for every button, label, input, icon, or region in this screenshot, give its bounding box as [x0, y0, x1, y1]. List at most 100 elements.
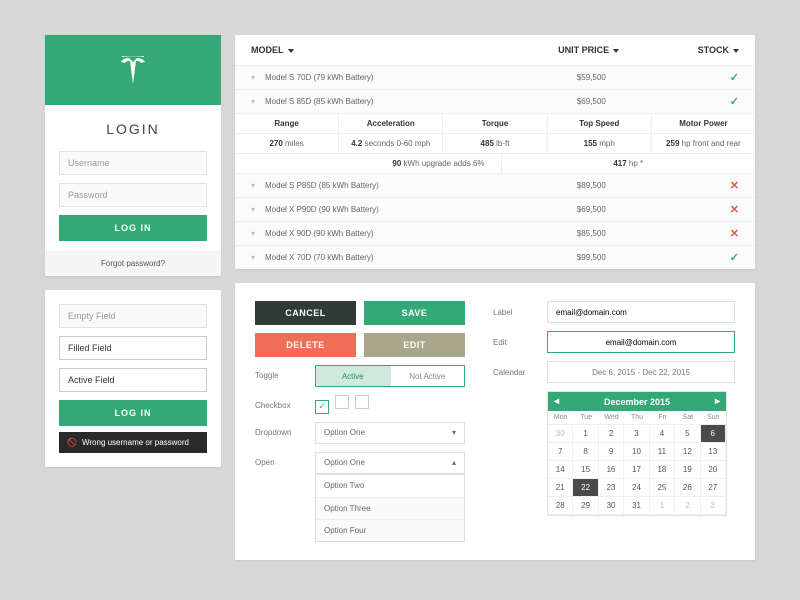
- expand-icon[interactable]: ▾: [251, 181, 265, 190]
- col-model[interactable]: MODEL: [251, 45, 508, 55]
- upgrade-row: 90 kWh upgrade adds 6%417 hp *: [235, 153, 755, 173]
- active-field-input[interactable]: [59, 368, 207, 392]
- login-button-2[interactable]: LOG IN: [59, 400, 207, 426]
- table-row[interactable]: ▾Model X P90D (90 kWh Battery)$69,500✕: [235, 197, 755, 221]
- cal-day[interactable]: 2: [675, 497, 700, 515]
- col-stock[interactable]: STOCK: [669, 45, 739, 55]
- cal-day[interactable]: 8: [573, 443, 598, 461]
- dropdown-option[interactable]: Option Four: [316, 519, 464, 541]
- toggle-active[interactable]: Active: [316, 366, 390, 386]
- dropdown-open-trigger[interactable]: Option One ▴: [315, 452, 465, 474]
- expand-icon[interactable]: ▾: [251, 229, 265, 238]
- cal-day[interactable]: 26: [675, 479, 700, 497]
- cal-day[interactable]: 3: [624, 425, 649, 443]
- model-cell: Model S 70D (79 kWh Battery): [265, 73, 514, 82]
- cal-day[interactable]: 14: [548, 461, 573, 479]
- edit-input[interactable]: [547, 331, 735, 353]
- cal-day[interactable]: 12: [675, 443, 700, 461]
- cal-day[interactable]: 6: [701, 425, 726, 443]
- username-input[interactable]: [59, 151, 207, 175]
- dropdown-list: Option TwoOption ThreeOption Four: [315, 474, 465, 542]
- checkbox-unchecked-1[interactable]: [335, 395, 349, 409]
- dropdown-option[interactable]: Option Three: [316, 497, 464, 519]
- table-row[interactable]: ▾Model S P85D (85 kWh Battery)$89,500✕: [235, 173, 755, 197]
- expand-icon[interactable]: ▾: [251, 97, 265, 106]
- cancel-button[interactable]: CANCEL: [255, 301, 356, 325]
- cal-day[interactable]: 5: [675, 425, 700, 443]
- cal-day[interactable]: 17: [624, 461, 649, 479]
- cal-day[interactable]: 11: [650, 443, 675, 461]
- form-card: CANCEL SAVE DELETE EDIT Toggle Active No…: [235, 283, 755, 560]
- login-error-card: LOG IN 🚫 Wrong username or password: [45, 290, 221, 467]
- delete-button[interactable]: DELETE: [255, 333, 356, 357]
- cal-day[interactable]: 9: [599, 443, 624, 461]
- cal-day[interactable]: 20: [701, 461, 726, 479]
- label-input[interactable]: [547, 301, 735, 323]
- cal-day[interactable]: 27: [701, 479, 726, 497]
- col-price[interactable]: UNIT PRICE: [508, 45, 669, 55]
- stock-cell: ✕: [669, 179, 739, 192]
- cal-day[interactable]: 30: [548, 425, 573, 443]
- cal-day[interactable]: 10: [624, 443, 649, 461]
- expand-icon[interactable]: ▾: [251, 253, 265, 262]
- cal-day[interactable]: 1: [573, 425, 598, 443]
- detail-row: 270 miles4.2 seconds 0-60 mph485 lb-ft15…: [235, 133, 755, 153]
- cal-day[interactable]: 13: [701, 443, 726, 461]
- dropdown-closed[interactable]: Option One ▾: [315, 422, 465, 444]
- password-input[interactable]: [59, 183, 207, 207]
- cal-day[interactable]: 30: [599, 497, 624, 515]
- table-row[interactable]: ▾Model S 70D (79 kWh Battery)$59,500✓: [235, 65, 755, 89]
- edit-button[interactable]: EDIT: [364, 333, 465, 357]
- cal-day[interactable]: 4: [650, 425, 675, 443]
- date-range-display[interactable]: Dec 6, 2015 - Dec 22, 2015: [547, 361, 735, 383]
- cal-day[interactable]: 31: [624, 497, 649, 515]
- login-card: LOGIN LOG IN Forgot password?: [45, 35, 221, 276]
- cal-day[interactable]: 2: [599, 425, 624, 443]
- model-cell: Model X 90D (90 kWh Battery): [265, 229, 514, 238]
- cal-day[interactable]: 19: [675, 461, 700, 479]
- dropdown-option[interactable]: Option Two: [316, 475, 464, 497]
- cal-day[interactable]: 18: [650, 461, 675, 479]
- cal-day[interactable]: 3: [701, 497, 726, 515]
- model-cell: Model X 70D (70 kWh Battery): [265, 253, 514, 262]
- cal-dow: Fri: [650, 411, 675, 425]
- error-text: Wrong username or password: [82, 438, 189, 447]
- price-cell: $99,500: [514, 253, 669, 262]
- expand-icon[interactable]: ▾: [251, 205, 265, 214]
- cal-day[interactable]: 7: [548, 443, 573, 461]
- filled-field-input[interactable]: [59, 336, 207, 360]
- table-row[interactable]: ▾Model S 85D (85 kWh Battery)$69,500✓: [235, 89, 755, 113]
- table-row[interactable]: ▾Model X 70D (70 kWh Battery)$99,500✓: [235, 245, 755, 269]
- login-title: LOGIN: [59, 121, 207, 137]
- cal-day[interactable]: 28: [548, 497, 573, 515]
- caret-down-icon: [733, 49, 739, 53]
- forgot-password-link[interactable]: Forgot password?: [45, 251, 221, 276]
- cal-day[interactable]: 29: [573, 497, 598, 515]
- cal-day[interactable]: 1: [650, 497, 675, 515]
- table-row[interactable]: ▾Model X 90D (90 kWh Battery)$85,500✕: [235, 221, 755, 245]
- cal-day[interactable]: 16: [599, 461, 624, 479]
- dropdown-value: Option One: [324, 428, 365, 437]
- detail-header: RangeAccelerationTorqueTop SpeedMotor Po…: [235, 113, 755, 133]
- cal-next-icon[interactable]: ▸: [715, 396, 720, 407]
- caret-down-icon: [288, 49, 294, 53]
- cal-day[interactable]: 22: [573, 479, 598, 497]
- toggle-inactive[interactable]: Not Active: [390, 366, 465, 386]
- price-cell: $85,500: [514, 229, 669, 238]
- cal-prev-icon[interactable]: ◂: [554, 396, 559, 407]
- model-cell: Model S P85D (85 kWh Battery): [265, 181, 514, 190]
- login-button[interactable]: LOG IN: [59, 215, 207, 241]
- cal-day[interactable]: 23: [599, 479, 624, 497]
- expand-icon[interactable]: ▾: [251, 73, 265, 82]
- cal-day[interactable]: 25: [650, 479, 675, 497]
- checkbox-unchecked-2[interactable]: [355, 395, 369, 409]
- save-button[interactable]: SAVE: [364, 301, 465, 325]
- cal-day[interactable]: 24: [624, 479, 649, 497]
- price-cell: $69,500: [514, 97, 669, 106]
- caret-down-icon: [613, 49, 619, 53]
- empty-field-input[interactable]: [59, 304, 207, 328]
- checkbox-checked[interactable]: ✓: [315, 400, 329, 414]
- cal-day[interactable]: 15: [573, 461, 598, 479]
- toggle-control[interactable]: Active Not Active: [315, 365, 465, 387]
- cal-day[interactable]: 21: [548, 479, 573, 497]
